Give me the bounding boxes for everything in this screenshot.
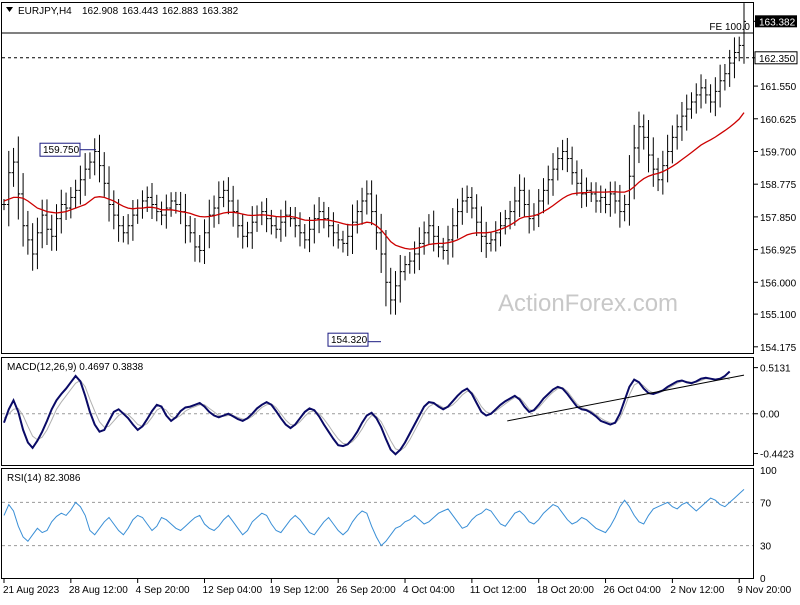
macd-tick-label: 0.5131: [760, 364, 791, 375]
level-price-label: 162.350: [759, 54, 796, 65]
time-tick-label: 28 Aug 12:00: [69, 585, 128, 596]
price-tick-label: 161.550: [760, 82, 797, 93]
rsi-tick-label: 70: [760, 498, 772, 509]
macd-tick-label: 0.00: [760, 410, 780, 421]
macd-tick-label: -0.4423: [760, 450, 794, 461]
chart-window: ActionForex.com EURJPY,H4 162.908 163.44…: [0, 0, 800, 600]
macd-line: [3, 370, 731, 456]
header-symbol: EURJPY,H4: [18, 6, 72, 17]
time-tick-label: 9 Nov 20:00: [737, 585, 791, 596]
price-tick-label: 157.850: [760, 213, 797, 224]
header-low: 162.883: [162, 6, 199, 17]
rsi-tick-label: 100: [760, 466, 777, 477]
annotation-label: 154.320: [331, 335, 368, 346]
macd-plot: [2, 370, 753, 456]
annotation-label: 159.750: [43, 145, 80, 156]
price-tick-label: 154.175: [760, 343, 797, 354]
time-tick-label: 21 Aug 2023: [3, 585, 60, 596]
rsi-line: [3, 489, 745, 547]
time-tick-label: 4 Oct 04:00: [403, 585, 455, 596]
price-tick-label: 156.925: [760, 246, 797, 257]
moving-average-line: [3, 112, 745, 250]
header-high: 163.443: [122, 6, 159, 17]
time-tick-label: 26 Oct 04:00: [604, 585, 662, 596]
time-tick-label: 18 Oct 20:00: [537, 585, 595, 596]
time-tick-label: 19 Sep 12:00: [269, 585, 329, 596]
watermark: ActionForex.com: [498, 290, 678, 317]
rsi-plot: [2, 489, 753, 547]
price-tick-label: 155.100: [760, 310, 797, 321]
rsi-title: RSI(14) 82.3086: [7, 473, 81, 484]
time-tick-label: 4 Sep 20:00: [136, 585, 190, 596]
chart-canvas: ActionForex.com EURJPY,H4 162.908 163.44…: [1, 2, 798, 596]
time-tick-label: 2 Nov 12:00: [670, 585, 724, 596]
time-tick-label: 26 Sep 20:00: [336, 585, 396, 596]
macd-title: MACD(12,26,9) 0.4697 0.3838: [7, 362, 144, 373]
price-tick-label: 156.000: [760, 278, 797, 289]
time-tick-label: 11 Oct 12:00: [470, 585, 527, 596]
dropdown-triangle-icon: [6, 7, 13, 12]
price-tick-label: 158.775: [760, 180, 797, 191]
time-tick-label: 12 Sep 04:00: [203, 585, 263, 596]
rsi-tick-label: 0: [760, 574, 766, 585]
current-price-label: 163.382: [759, 17, 796, 28]
rsi-tick-label: 30: [760, 542, 772, 553]
header-close: 163.382: [202, 6, 239, 17]
price-tick-label: 159.700: [760, 147, 797, 158]
price-tick-label: 160.625: [760, 115, 797, 126]
header-open: 162.908: [82, 6, 119, 17]
rsi-panel-frame: [1, 468, 754, 579]
price-header: EURJPY,H4 162.908 163.443 162.883 163.38…: [6, 6, 239, 17]
